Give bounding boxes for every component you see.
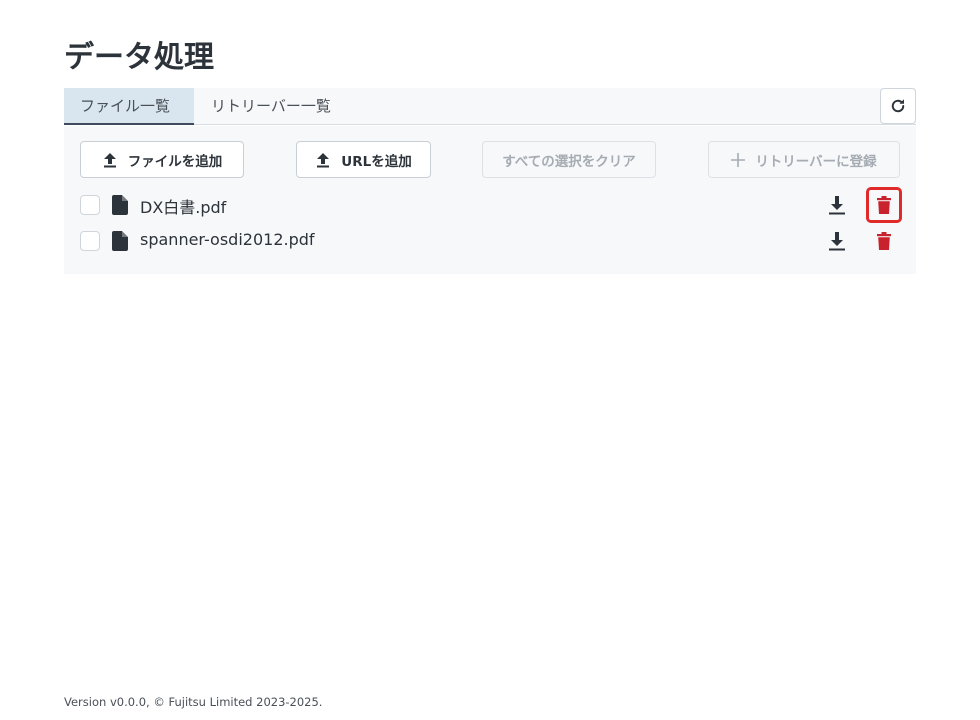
delete-button[interactable]: [866, 223, 902, 259]
tab-retriever-list[interactable]: リトリーバー一覧: [195, 88, 347, 125]
register-retriever-label: リトリーバーに登録: [755, 153, 877, 170]
version-footer: Version v0.0.0, © Fujitsu Limited 2023-2…: [64, 695, 323, 709]
clear-selection-button[interactable]: すべての選択をクリア: [482, 141, 656, 178]
page-title: データ処理: [64, 40, 214, 75]
register-retriever-button[interactable]: リトリーバーに登録: [708, 141, 900, 178]
refresh-icon: [891, 99, 905, 113]
add-url-button[interactable]: URLを追加: [296, 141, 431, 178]
add-file-label: ファイルを追加: [127, 153, 223, 170]
file-name: DX白書.pdf: [140, 198, 227, 217]
file-row: DX白書.pdf: [80, 187, 902, 223]
add-url-label: URLを追加: [341, 153, 412, 170]
download-button[interactable]: [828, 194, 846, 216]
file-list-panel: ファイルを追加 URLを追加 すべての選択をクリア リトリーバーに登録 DX白書…: [64, 126, 916, 274]
file-checkbox[interactable]: [80, 231, 100, 251]
refresh-button[interactable]: [880, 88, 916, 124]
trash-icon: [877, 232, 891, 250]
file-icon: [112, 231, 128, 251]
clear-selection-label: すべての選択をクリア: [502, 153, 636, 170]
download-button[interactable]: [828, 230, 846, 252]
delete-button[interactable]: [866, 187, 902, 223]
file-icon: [112, 195, 128, 215]
download-icon: [829, 232, 845, 251]
file-name: spanner-osdi2012.pdf: [140, 230, 315, 249]
trash-icon: [877, 196, 891, 214]
add-file-button[interactable]: ファイルを追加: [80, 141, 244, 178]
file-checkbox[interactable]: [80, 195, 100, 215]
download-icon: [829, 196, 845, 215]
tab-bar: ファイル一覧 リトリーバー一覧: [64, 88, 916, 125]
tab-file-list[interactable]: ファイル一覧: [64, 88, 194, 125]
upload-icon: [103, 152, 116, 167]
file-row: spanner-osdi2012.pdf: [80, 227, 900, 255]
plus-icon: [731, 152, 746, 167]
upload-icon: [317, 152, 330, 167]
